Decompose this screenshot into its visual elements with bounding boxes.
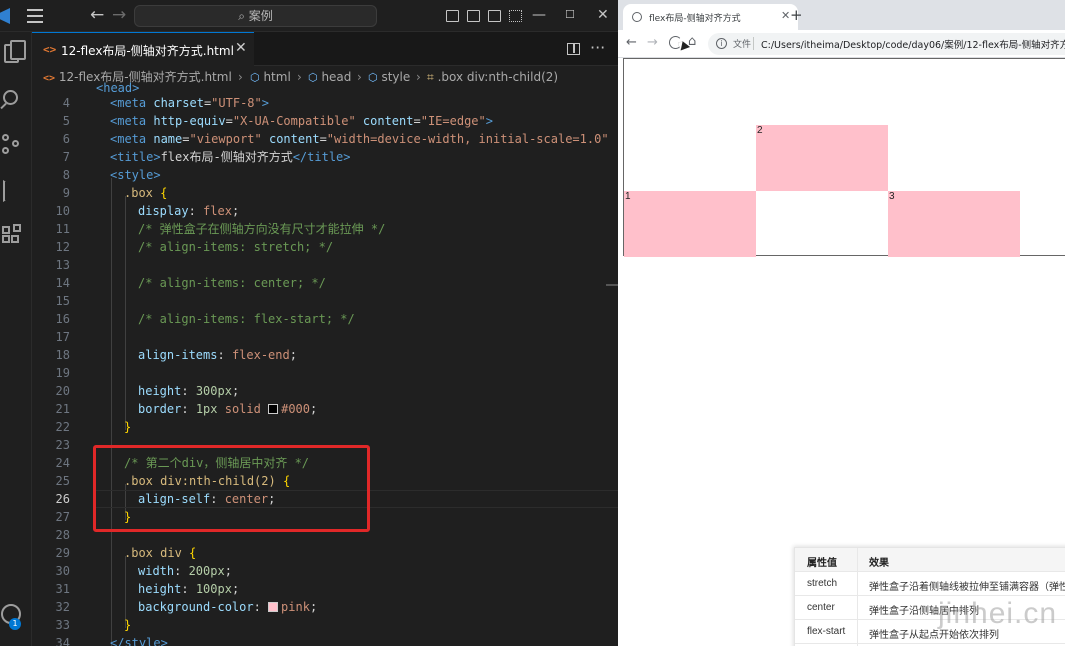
source-control-icon[interactable] bbox=[1, 134, 21, 156]
code-line: 16/* align-items: flex-start; */ bbox=[55, 312, 355, 326]
code-line: 4 <meta charset="UTF-8"> bbox=[62, 96, 269, 110]
color-swatch[interactable] bbox=[268, 404, 279, 414]
search-view-icon[interactable] bbox=[3, 90, 18, 105]
command-search[interactable]: ⌕ 案例 bbox=[134, 5, 377, 27]
table-row: stretch 弹性盒子沿着侧轴线被拉伸至铺满容器（弹性 bbox=[795, 572, 1065, 596]
tab-close-icon[interactable]: ✕ bbox=[235, 40, 247, 56]
code-line: 15 bbox=[55, 294, 70, 308]
address-bar[interactable]: i 文件 C:/Users/itheima/Desktop/code/day06… bbox=[708, 33, 1065, 55]
table-cell: flex-start bbox=[807, 626, 846, 637]
color-swatch[interactable] bbox=[268, 602, 279, 612]
explorer-icon[interactable] bbox=[4, 40, 26, 63]
customize-layout-icon[interactable] bbox=[509, 10, 522, 22]
tab-label: 12-flex布局-侧轴对齐方式.html bbox=[61, 44, 234, 58]
divider bbox=[753, 37, 754, 50]
code-line: 19 bbox=[55, 366, 70, 380]
flex-item-2: 2 bbox=[756, 125, 888, 191]
browser-window: flex布局-侧轴对齐方式 ✕ + ← → ⌂ i 文件 C:/Users/it… bbox=[618, 0, 1065, 646]
flex-demo-box: 1 2 3 bbox=[623, 58, 1065, 257]
code-line: 5 <meta http-equiv="X-UA-Compatible" cont… bbox=[62, 114, 493, 128]
vscode-window: ← → ⌕ 案例 — ☐ ✕ 1 <> 12-flex布局-侧轴对齐方式.htm… bbox=[0, 0, 618, 646]
code-line: 9 .box { bbox=[62, 186, 168, 200]
code-line: 29 .box div { bbox=[55, 546, 197, 560]
back-icon[interactable]: ← bbox=[626, 34, 637, 52]
new-tab-icon[interactable]: + bbox=[790, 7, 803, 23]
extensions-icon[interactable] bbox=[2, 224, 22, 246]
table-header: 效果 bbox=[869, 558, 889, 569]
home-icon[interactable]: ⌂ bbox=[688, 34, 696, 49]
title-bar: ← → ⌕ 案例 — ☐ ✕ bbox=[0, 0, 618, 32]
browser-tab-strip: flex布局-侧轴对齐方式 ✕ + bbox=[618, 0, 1065, 30]
vscode-logo-icon bbox=[0, 8, 10, 24]
more-actions-icon[interactable]: ··· bbox=[590, 38, 605, 57]
code-line: 20 height: 300px; bbox=[55, 384, 240, 398]
code-line: 32 background-color: pink; bbox=[55, 600, 318, 614]
flex-item-3: 3 bbox=[888, 191, 1020, 257]
forward-arrow-icon[interactable]: → bbox=[112, 5, 126, 25]
search-icon: ⌕ bbox=[238, 9, 249, 23]
back-arrow-icon[interactable]: ← bbox=[90, 5, 104, 25]
toggle-sidebar-icon[interactable] bbox=[446, 10, 459, 22]
code-line: 21 border: 1px solid #000; bbox=[55, 402, 318, 416]
code-line: 31 height: 100px; bbox=[55, 582, 240, 596]
page-viewport: 1 2 3 属性值 效果 stretch 弹性盒子沿着侧轴线被拉伸至铺满容器（弹… bbox=[618, 58, 1065, 646]
code-line: 6 <meta name="viewport" content="width=de… bbox=[62, 132, 609, 146]
address-prefix: 文件 bbox=[733, 40, 752, 50]
toggle-panel-icon[interactable] bbox=[467, 10, 480, 22]
code-line: 34 </style> bbox=[55, 636, 168, 646]
maximize-icon[interactable]: ☐ bbox=[565, 6, 575, 24]
table-cell: 弹性盒子沿着侧轴线被拉伸至铺满容器（弹性 bbox=[869, 582, 1065, 593]
table-cell: center bbox=[807, 602, 835, 613]
code-line: 33} bbox=[55, 618, 132, 632]
red-highlight-annotation bbox=[93, 445, 370, 532]
close-tab-icon[interactable]: ✕ bbox=[781, 9, 790, 22]
table-cell: stretch bbox=[807, 578, 838, 589]
menu-icon[interactable] bbox=[27, 9, 43, 23]
forward-icon[interactable]: → bbox=[647, 34, 658, 52]
code-line: 10 display: flex; bbox=[55, 204, 240, 218]
minimize-icon[interactable]: — bbox=[532, 6, 546, 24]
address-url: C:/Users/itheima/Desktop/code/day06/案例/1… bbox=[761, 40, 1065, 51]
globe-icon bbox=[632, 12, 642, 22]
info-icon[interactable]: i bbox=[716, 38, 727, 49]
code-editor[interactable]: <head> 4 <meta charset="UTF-8"> 5 <meta ht… bbox=[32, 81, 618, 646]
screen: ← → ⌕ 案例 — ☐ ✕ 1 <> 12-flex布局-侧轴对齐方式.htm… bbox=[0, 0, 1065, 646]
table-header-row: 属性值 效果 bbox=[795, 548, 1065, 572]
code-line: 13 bbox=[55, 258, 70, 272]
split-editor-icon[interactable] bbox=[567, 43, 580, 55]
browser-tab[interactable]: flex布局-侧轴对齐方式 ✕ bbox=[623, 4, 798, 30]
browser-tab-title: flex布局-侧轴对齐方式 bbox=[649, 14, 741, 24]
code-line: 11/* 弹性盒子在侧轴方向没有尺寸才能拉伸 */ bbox=[55, 222, 386, 236]
code-line: 14/* align-items: center; */ bbox=[55, 276, 326, 290]
editor-tab-bar: <> 12-flex布局-侧轴对齐方式.html ✕ ··· bbox=[32, 32, 618, 66]
table-column-divider bbox=[857, 548, 858, 646]
code-line: 7 <title>flex布局-侧轴对齐方式</title> bbox=[62, 150, 351, 164]
toggle-secondary-sidebar-icon[interactable] bbox=[488, 10, 501, 22]
code-line: 8 <style> bbox=[62, 168, 161, 182]
close-window-icon[interactable]: ✕ bbox=[597, 6, 609, 24]
code-line: 30 width: 200px; bbox=[55, 564, 232, 578]
browser-toolbar: ← → ⌂ i 文件 C:/Users/itheima/Desktop/code… bbox=[618, 30, 1065, 58]
watermark: jinhei.cn bbox=[938, 597, 1058, 630]
code-line: 12/* align-items: stretch; */ bbox=[55, 240, 334, 254]
code-line: 17 bbox=[55, 330, 70, 344]
notification-badge: 1 bbox=[9, 618, 21, 630]
editor-tab[interactable]: <> 12-flex布局-侧轴对齐方式.html ✕ bbox=[32, 32, 254, 66]
table-header: 属性值 bbox=[807, 558, 837, 569]
flex-item-1: 1 bbox=[624, 191, 756, 257]
activity-bar bbox=[0, 32, 32, 646]
html-file-icon: <> bbox=[43, 43, 57, 56]
run-debug-icon[interactable] bbox=[3, 180, 17, 198]
code-line: 18 align-items: flex-end; bbox=[55, 348, 297, 362]
code-line: 22} bbox=[55, 420, 132, 434]
command-search-text: 案例 bbox=[248, 9, 273, 23]
